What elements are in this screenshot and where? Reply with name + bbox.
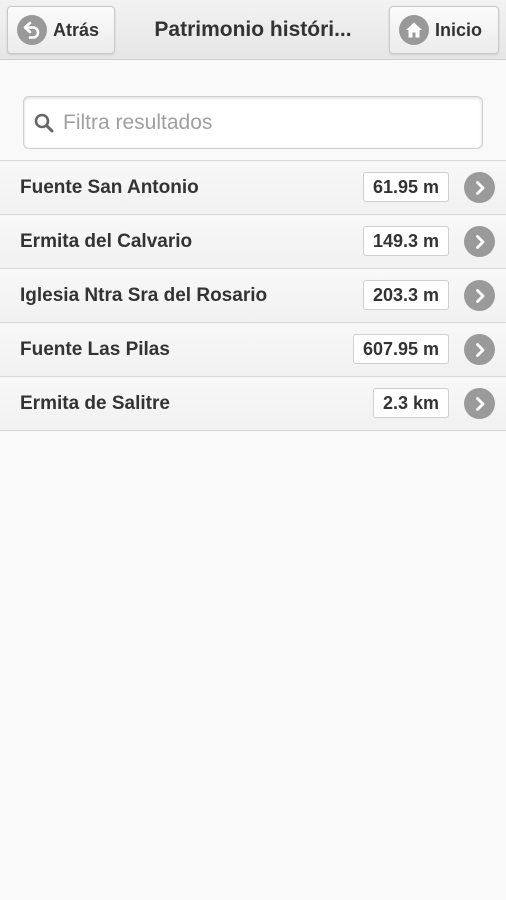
item-name: Ermita del Calvario	[20, 231, 193, 252]
home-icon	[399, 15, 429, 45]
page-title: Patrimonio históri...	[154, 18, 352, 41]
search-field[interactable]	[23, 96, 483, 149]
chevron-right-icon	[464, 388, 495, 419]
list-item[interactable]: Ermita de Salitre 2.3 km	[0, 377, 506, 431]
list-item[interactable]: Ermita del Calvario 149.3 m	[0, 215, 506, 269]
chevron-right-icon	[464, 334, 495, 365]
list-item[interactable]: Iglesia Ntra Sra del Rosario 203.3 m	[0, 269, 506, 323]
back-button-label: Atrás	[53, 19, 100, 40]
home-button-label: Inicio	[435, 19, 483, 40]
header-bar: Atrás Patrimonio históri... Inicio	[0, 0, 506, 60]
distance-badge: 149.3 m	[362, 226, 449, 256]
search-input[interactable]	[63, 110, 463, 135]
search-icon	[33, 112, 55, 134]
list-item[interactable]: Fuente San Antonio 61.95 m	[0, 161, 506, 215]
chevron-right-icon	[464, 226, 495, 257]
item-name: Fuente San Antonio	[20, 177, 199, 198]
distance-badge: 607.95 m	[352, 334, 449, 364]
list-item[interactable]: Fuente Las Pilas 607.95 m	[0, 323, 506, 377]
home-button[interactable]: Inicio	[389, 6, 499, 54]
item-name: Ermita de Salitre	[20, 393, 170, 414]
results-list: Fuente San Antonio 61.95 m Ermita del Ca…	[0, 160, 506, 431]
item-name: Fuente Las Pilas	[20, 339, 170, 360]
item-name: Iglesia Ntra Sra del Rosario	[20, 285, 268, 306]
distance-badge: 61.95 m	[362, 172, 449, 202]
chevron-right-icon	[464, 280, 495, 311]
back-button[interactable]: Atrás	[7, 6, 115, 54]
distance-badge: 203.3 m	[362, 280, 449, 310]
distance-badge: 2.3 km	[372, 388, 449, 418]
chevron-right-icon	[464, 172, 495, 203]
back-arrow-icon	[17, 15, 47, 45]
